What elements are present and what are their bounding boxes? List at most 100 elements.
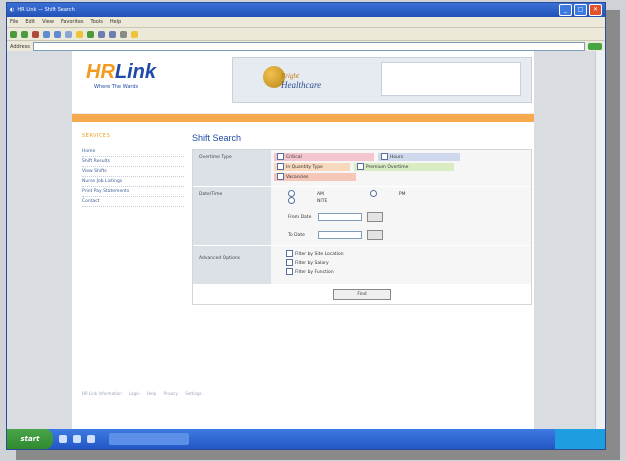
vertical-scrollbar[interactable] — [595, 51, 605, 429]
checkbox-icon — [356, 163, 364, 170]
from-date-label: From Date — [288, 214, 312, 220]
checkbox-icon — [277, 163, 284, 170]
quicklaunch-desktop-icon[interactable] — [59, 435, 67, 443]
back-icon[interactable] — [10, 30, 17, 38]
close-button[interactable]: ✕ — [589, 4, 602, 16]
home-icon[interactable] — [54, 30, 61, 38]
find-row: Find — [193, 285, 531, 304]
menu-help[interactable]: Help — [110, 19, 121, 25]
overtime-type-label: Overtime Type — [193, 150, 271, 186]
nav-item-shift-results[interactable]: Shift Results — [82, 157, 184, 167]
mail-icon[interactable] — [109, 30, 116, 38]
to-calendar-icon[interactable] — [367, 230, 383, 240]
to-date-label: To Date — [288, 232, 305, 238]
footer-link-privacy[interactable]: Privacy — [163, 391, 177, 396]
radio-nite[interactable]: NITE — [288, 197, 349, 204]
menu-tools[interactable]: Tools — [91, 19, 103, 25]
radio-icon — [288, 190, 295, 197]
from-date-input[interactable] — [318, 213, 362, 221]
edit-icon[interactable] — [131, 30, 138, 38]
favorites-icon[interactable] — [76, 30, 83, 38]
forward-icon[interactable] — [21, 30, 28, 38]
nav-item-home[interactable]: Home — [82, 147, 184, 157]
nav-heading: SERVICES — [82, 133, 111, 139]
date-time-row: Date/Time AM PM NITE From Date To Date — [193, 187, 531, 246]
address-input[interactable] — [32, 42, 585, 51]
checkbox-icon — [277, 173, 284, 180]
checkbox-icon — [286, 250, 293, 257]
logo-tagline: Where The Wards — [94, 84, 139, 90]
footer-link-login[interactable]: Login — [129, 391, 140, 396]
partner-name: Bright Healthcare — [281, 72, 322, 90]
page-header: HRLink Where The Wards Bright Healthcare — [72, 51, 534, 114]
address-label: Address — [10, 43, 30, 50]
find-button[interactable]: Find — [333, 289, 391, 300]
menu-view[interactable]: View — [42, 19, 54, 25]
start-button[interactable]: start — [7, 429, 53, 449]
footer-link-settings[interactable]: Settings — [185, 391, 201, 396]
nav-item-job-listings[interactable]: Nurse Job Listings — [82, 177, 184, 187]
partner-note — [381, 62, 521, 96]
checkbox-icon — [286, 259, 293, 266]
page-footer: HR Link Information Login Help Privacy S… — [82, 391, 522, 396]
menu-bar: File Edit View Favorites Tools Help — [7, 17, 605, 28]
search-icon[interactable] — [65, 30, 72, 38]
go-button[interactable] — [588, 43, 602, 50]
page-title: Shift Search — [192, 133, 242, 143]
ie-icon: ◐ — [10, 7, 15, 13]
title-bar[interactable]: ◐ HR Link — Shift Search _ □ ✕ — [7, 3, 605, 17]
checkbox-icon — [286, 268, 293, 275]
menu-favorites[interactable]: Favorites — [61, 19, 84, 25]
filter-site-location[interactable]: Filter by Site Location — [286, 250, 528, 257]
type-critical[interactable]: Critical — [274, 153, 374, 161]
hrlink-logo[interactable]: HRLink Where The Wards — [86, 61, 156, 90]
web-page: HRLink Where The Wards Bright Healthcare … — [72, 51, 534, 429]
radio-icon — [288, 197, 295, 204]
left-navigation: SERVICES Home Shift Results View Shifts … — [82, 133, 184, 207]
type-hours[interactable]: Hours — [377, 153, 460, 161]
browser-window: ◐ HR Link — Shift Search _ □ ✕ File Edit… — [6, 2, 606, 450]
type-premium-overtime[interactable]: Premium Overtime — [353, 163, 454, 171]
minimize-button[interactable]: _ — [559, 4, 572, 16]
nav-item-contact[interactable]: Contact — [82, 197, 184, 207]
history-icon[interactable] — [98, 30, 105, 38]
menu-edit[interactable]: Edit — [25, 19, 35, 25]
from-calendar-icon[interactable] — [367, 212, 383, 222]
nav-item-pay-statements[interactable]: Print Pay Statements — [82, 187, 184, 197]
to-date-input[interactable] — [318, 231, 362, 239]
maximize-button[interactable]: □ — [574, 4, 587, 16]
media-icon[interactable] — [87, 30, 94, 38]
partner-banner[interactable]: Bright Healthcare — [232, 57, 532, 103]
footer-link-help[interactable]: Help — [147, 391, 156, 396]
print-icon[interactable] — [120, 30, 127, 38]
browser-viewport: HRLink Where The Wards Bright Healthcare … — [7, 51, 605, 429]
overtime-type-row: Overtime Type Critical Hours In Quantity… — [193, 150, 531, 187]
search-form: Overtime Type Critical Hours In Quantity… — [192, 149, 532, 305]
main-content: Shift Search Overtime Type Critical Hour… — [192, 133, 532, 305]
accent-bar — [72, 114, 534, 122]
quicklaunch-media-icon[interactable] — [87, 435, 95, 443]
nav-item-view-shifts[interactable]: View Shifts — [82, 167, 184, 177]
checkbox-icon — [277, 153, 284, 160]
system-tray — [555, 429, 605, 449]
toolbar — [7, 28, 605, 41]
quicklaunch-ie-icon[interactable] — [73, 435, 81, 443]
window-title: HR Link — Shift Search — [17, 7, 75, 13]
stop-icon[interactable] — [32, 30, 39, 38]
radio-am[interactable]: AM — [288, 190, 346, 197]
radio-icon — [369, 190, 377, 197]
type-vacancies[interactable]: Vacancies — [274, 173, 356, 181]
refresh-icon[interactable] — [43, 30, 50, 38]
radio-pm[interactable]: PM — [369, 190, 428, 197]
advanced-options-row: Advanced Options Filter by Site Location… — [193, 246, 531, 285]
taskbar-window-button[interactable] — [109, 433, 189, 445]
windows-taskbar: start — [7, 429, 605, 449]
filter-function[interactable]: Filter by Function — [286, 268, 528, 275]
date-time-label: Date/Time — [193, 187, 271, 245]
type-quantity[interactable]: In Quantity Type — [274, 163, 350, 171]
checkbox-icon — [380, 153, 388, 160]
menu-file[interactable]: File — [10, 19, 18, 25]
filter-salary[interactable]: Filter by Salary — [286, 259, 528, 266]
advanced-options-label: Advanced Options — [193, 246, 271, 284]
footer-link-info[interactable]: HR Link Information — [82, 391, 122, 396]
